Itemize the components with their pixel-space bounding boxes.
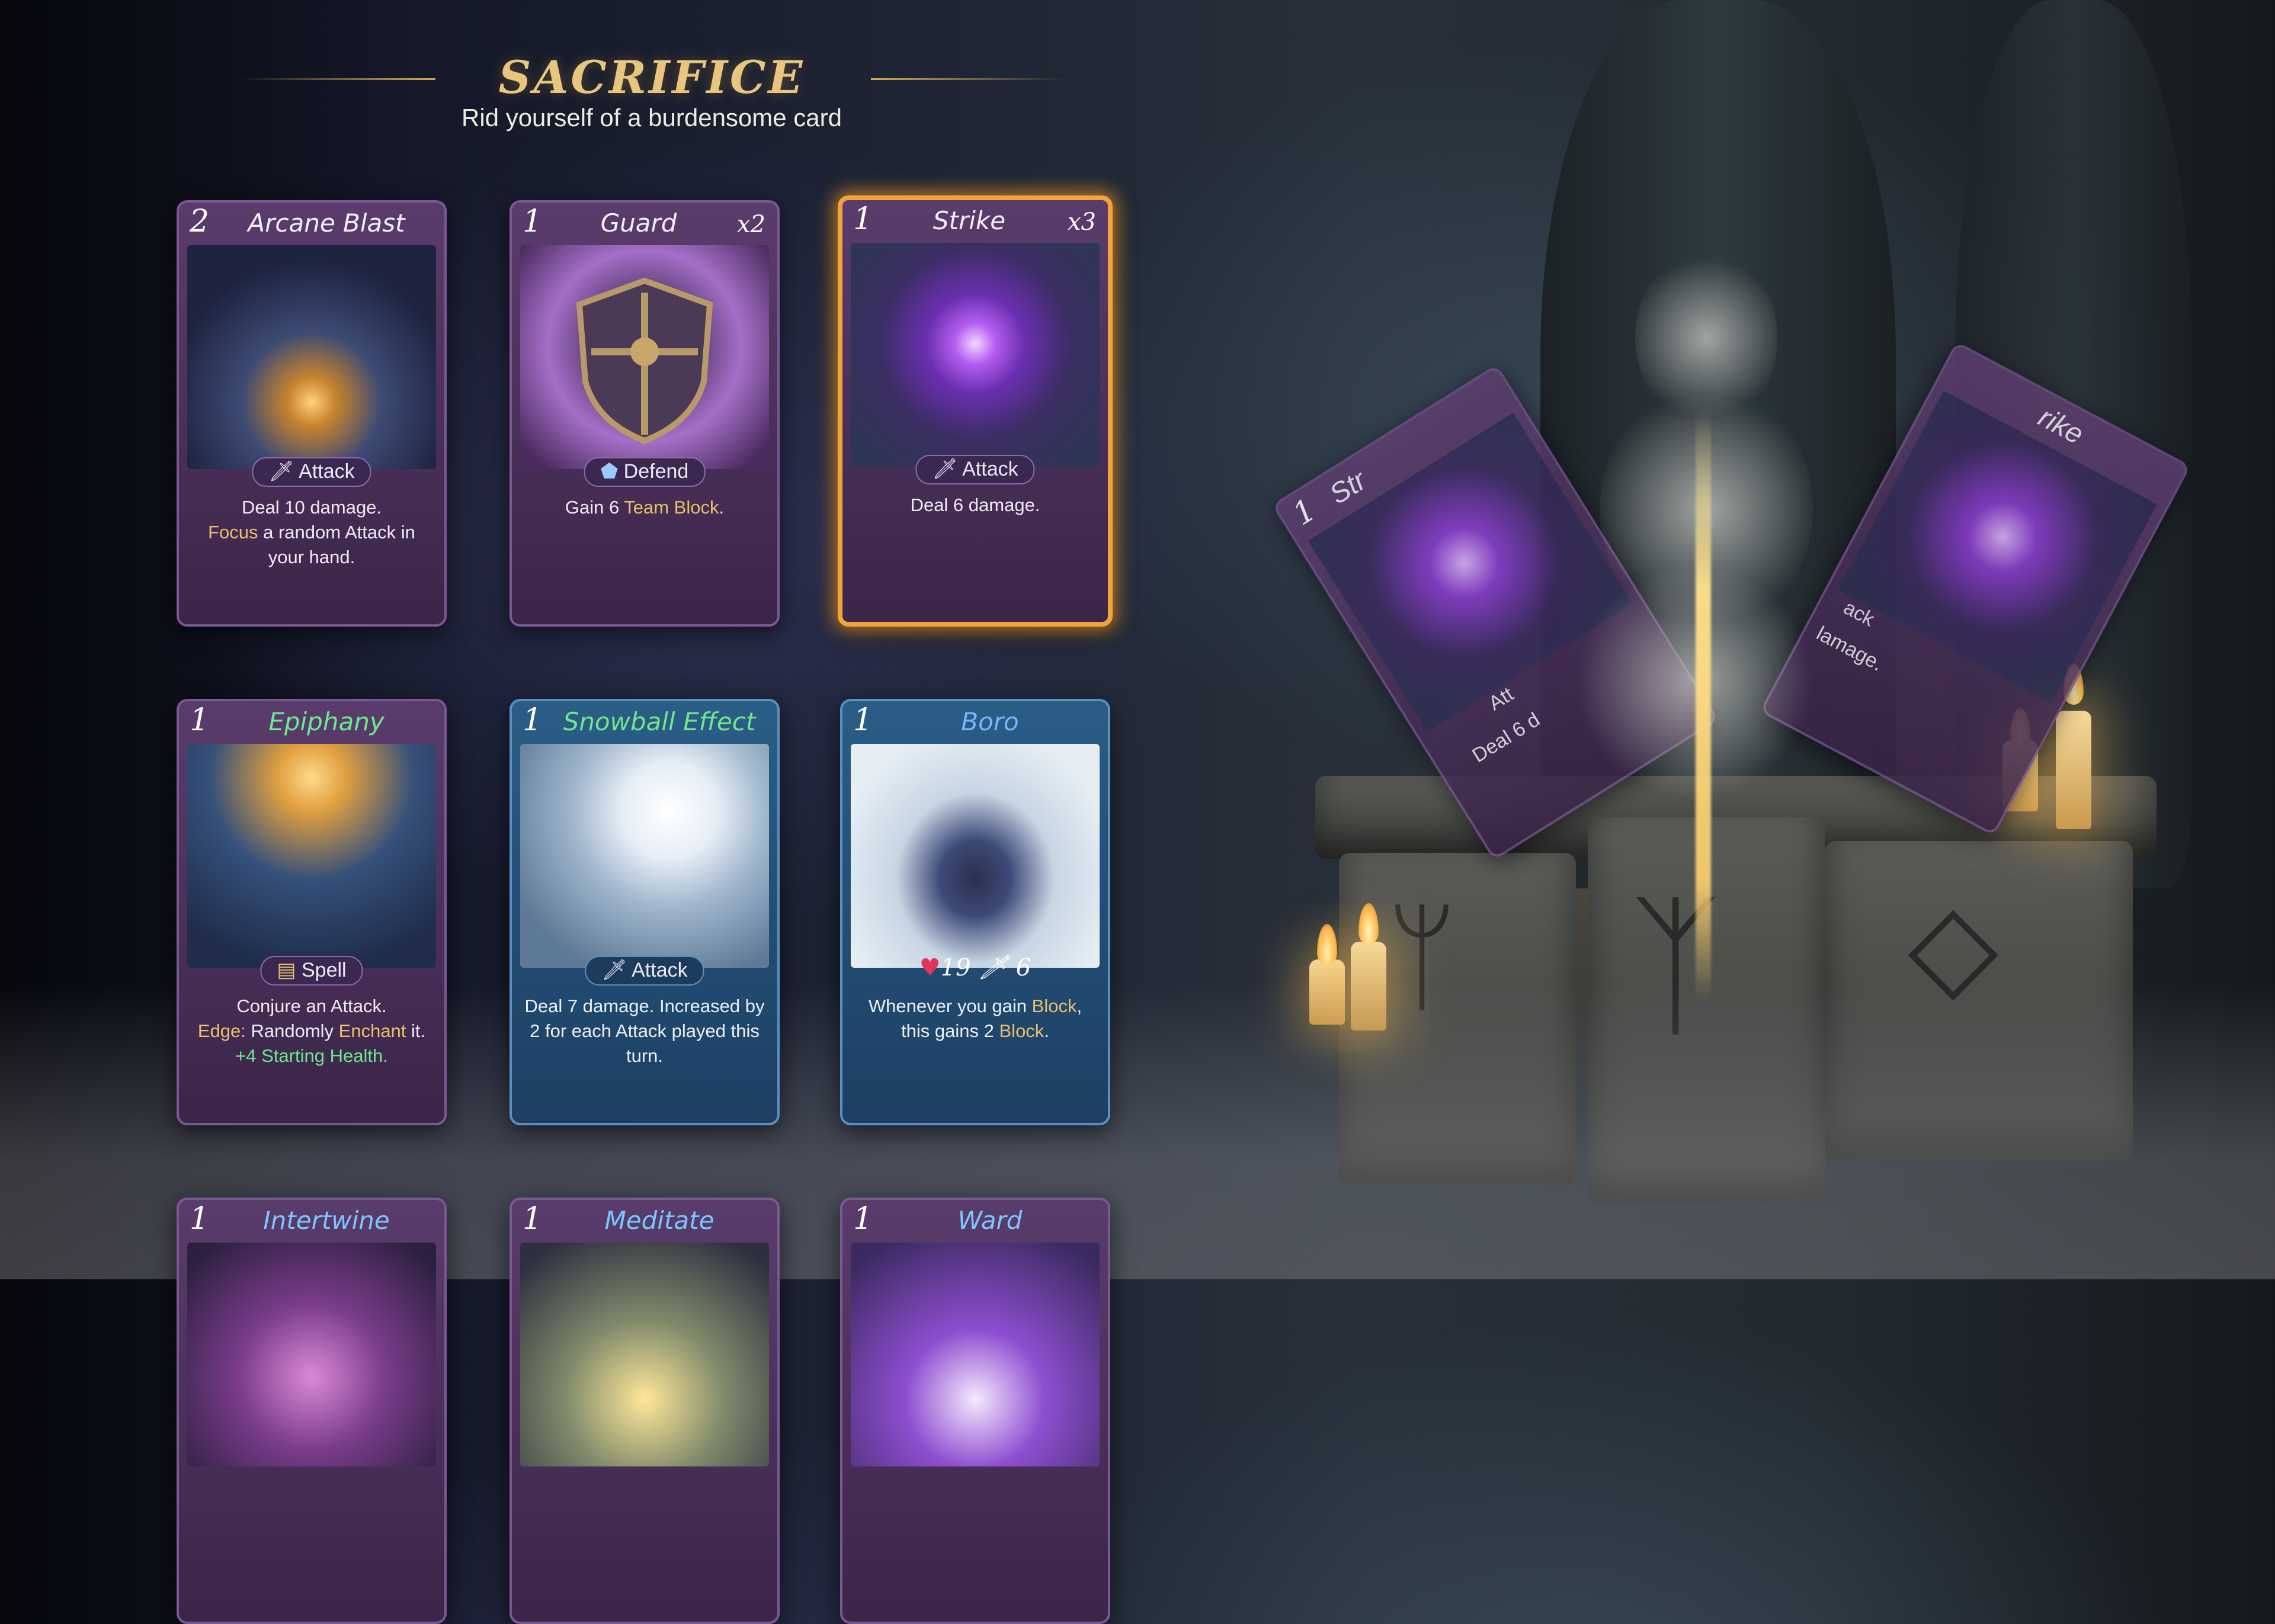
card-art: [520, 245, 769, 469]
card-strike[interactable]: 1 Strike x3 🗡 Attack Deal 6 damage.: [838, 195, 1113, 627]
card-intertwine[interactable]: 1 Intertwine: [177, 1198, 447, 1624]
card-type-tag: 🗡 Attack: [585, 956, 704, 986]
card-boro[interactable]: 1 Boro ♥19 🗡 6 Whenever you gain Block, …: [840, 699, 1110, 1125]
card-description: Whenever you gain Block, this gains 2 Bl…: [868, 996, 1082, 1041]
card-name: Guard: [600, 208, 677, 237]
card-cost: 1: [1287, 492, 1322, 533]
unit-stats: ♥19 🗡 6: [919, 954, 1031, 981]
card-description: Gain 6 Team Block.: [565, 497, 725, 518]
header: SACRIFICE Rid yourself of a burdensome c…: [415, 51, 889, 132]
smoke-plume: [1576, 563, 1813, 800]
card-type-tag: ⬟ Defend: [584, 457, 706, 487]
shield-icon: ⬟: [600, 460, 624, 483]
light-beam: [1696, 409, 1711, 1001]
card-cost: 1: [190, 1201, 210, 1237]
page-subtitle: Rid yourself of a burdensome card: [462, 104, 842, 131]
card-cost: 1: [523, 1201, 543, 1237]
card-cost: 1: [853, 702, 873, 738]
card-snowball-effect[interactable]: 1 Snowball Effect 🗡 Attack Deal 7 damage…: [510, 699, 780, 1125]
card-description: Conjure an Attack. Edge: Randomly Enchan…: [197, 996, 426, 1066]
card-cost: 2: [190, 204, 210, 239]
page-title: SACRIFICE: [498, 51, 805, 104]
card-name: Strike: [933, 206, 1006, 235]
sword-icon: 🗡: [978, 954, 1009, 981]
sword-icon: 🗡: [268, 460, 299, 483]
card-type-tag: 🗡 Attack: [252, 457, 371, 487]
card-cost: 1: [190, 702, 210, 738]
card-guard[interactable]: 1 Guard x2 ⬟ Defend Gain 6 Team Block.: [510, 200, 780, 627]
candle: [2056, 711, 2091, 829]
card-name: Boro: [961, 707, 1019, 736]
card-name: Ward: [957, 1206, 1023, 1235]
card-art: [851, 744, 1100, 968]
card-epiphany[interactable]: 1 Epiphany ▤ Spell Conjure an Attack. Ed…: [177, 699, 447, 1125]
scroll-icon: ▤: [277, 959, 302, 981]
card-arcane-blast[interactable]: 2 Arcane Blast 🗡 Attack Deal 10 damage. …: [177, 200, 447, 627]
card-name: Epiphany: [268, 707, 384, 736]
card-description: Deal 6 d: [1468, 708, 1544, 768]
shield-icon: [576, 277, 713, 444]
card-name: Snowball Effect: [563, 707, 756, 736]
card-description: Deal 6 damage.: [910, 495, 1040, 515]
card-type-tag: ▤ Spell: [260, 956, 363, 986]
header-divider-right: [871, 78, 1066, 80]
card-type-tag: 🗡 Attack: [915, 455, 1035, 484]
card-description: Deal 7 damage. Increased by 2 for each A…: [524, 996, 765, 1066]
sword-icon: 🗡: [932, 458, 963, 480]
header-divider-left: [240, 78, 435, 80]
card-art: [851, 1243, 1100, 1466]
card-art: [851, 243, 1100, 467]
card-art: [187, 1243, 436, 1466]
card-name: Arcane Blast: [248, 208, 405, 237]
card-art: [187, 744, 436, 968]
card-description: Deal 10 damage. Focus a random Attack in…: [208, 497, 415, 567]
attack-value: 6: [1015, 954, 1031, 981]
card-description: lamage.: [1812, 622, 1887, 676]
card-cost: 1: [523, 204, 543, 239]
card-ward[interactable]: 1 Ward: [840, 1198, 1110, 1624]
card-art: [520, 744, 769, 968]
heart-icon: ♥: [919, 954, 941, 981]
card-name: Meditate: [604, 1206, 714, 1235]
card-meditate[interactable]: 1 Meditate: [510, 1198, 780, 1624]
card-cost: 1: [523, 702, 543, 738]
card-art: [520, 1243, 769, 1466]
card-name: Str: [1324, 464, 1372, 511]
card-name: Intertwine: [263, 1206, 390, 1235]
health-value: 19: [940, 954, 971, 981]
card-cost: 1: [853, 201, 873, 237]
card-art: [187, 245, 436, 469]
sword-icon: 🗡: [601, 959, 632, 981]
card-count: x2: [736, 211, 765, 238]
card-cost: 1: [853, 1201, 873, 1237]
card-count: x3: [1067, 208, 1096, 236]
